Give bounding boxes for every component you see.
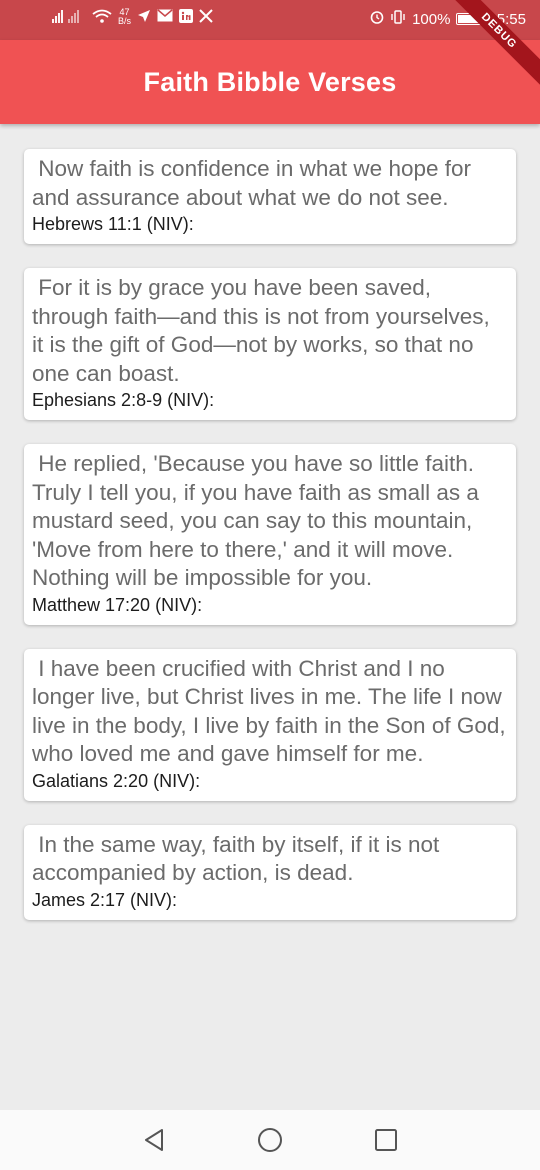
signal-icon: [52, 9, 86, 26]
home-button[interactable]: [257, 1127, 283, 1153]
x-icon: [199, 8, 213, 26]
status-left-group: 47 B/s: [52, 8, 213, 26]
verse-text: For it is by grace you have been saved, …: [32, 275, 496, 386]
recents-icon: [375, 1129, 397, 1151]
verse-reference: Matthew 17:20 (NIV):: [32, 594, 203, 615]
verse-text: In the same way, faith by itself, if it …: [32, 831, 446, 886]
app-bar: Faith Bibble Verses: [0, 40, 540, 124]
app-title: Faith Bibble Verses: [143, 66, 397, 97]
send-icon: [137, 9, 151, 26]
mail-icon: [157, 9, 173, 25]
status-bar: 47 B/s 100% 15:55: [0, 0, 540, 40]
net-speed-unit: B/s: [118, 16, 132, 26]
verse-text: Now faith is confidence in what we hope …: [32, 156, 478, 210]
home-icon: [258, 1128, 282, 1152]
verse-card: Now faith is confidence in what we hope …: [24, 149, 516, 244]
verse-reference: Hebrews 11:1 (NIV):: [32, 214, 194, 234]
verse-reference: Ephesians 2:8-9 (NIV):: [32, 390, 215, 410]
system-nav-bar: [0, 1110, 540, 1170]
verse-card: In the same way, faith by itself, if it …: [24, 824, 516, 920]
alarm-icon: [370, 10, 384, 28]
verse-card: I have been crucified with Christ and I …: [24, 648, 516, 801]
verse-text: I have been crucified with Christ and I …: [32, 655, 512, 767]
verse-text: He replied, 'Because you have so little …: [32, 451, 486, 590]
wifi-icon: [92, 9, 112, 26]
verse-card: For it is by grace you have been saved, …: [24, 268, 516, 420]
vibrate-icon: [390, 10, 406, 28]
verse-list: Now faith is confidence in what we hope …: [24, 149, 516, 944]
back-icon: [145, 1129, 163, 1151]
recents-button[interactable]: [373, 1127, 399, 1153]
net-speed: 47 B/s: [118, 8, 131, 26]
linkedin-icon: [179, 8, 194, 26]
verse-card: He replied, 'Because you have so little …: [24, 444, 516, 625]
verse-reference: James 2:17 (NIV):: [32, 889, 178, 910]
back-button[interactable]: [141, 1127, 167, 1153]
verse-reference: Galatians 2:20 (NIV):: [32, 770, 201, 791]
battery-percent: 100%: [412, 10, 451, 28]
